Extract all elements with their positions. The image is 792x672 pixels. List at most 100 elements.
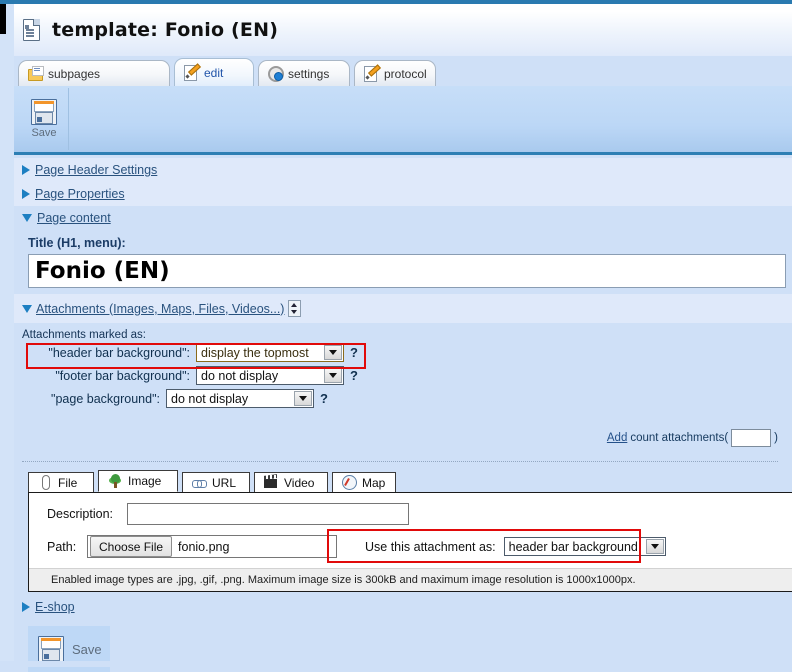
section-eshop-label[interactable]: E-shop	[35, 600, 75, 614]
toolbar: Save	[14, 86, 792, 155]
row-footer-bar-background-label: "footer bar background":	[55, 368, 190, 383]
use-attachment-as-label: Use this attachment as:	[365, 539, 496, 554]
attachment-type-tabs: File Image URL Video Map	[28, 470, 792, 492]
tab-settings-label: settings	[288, 66, 330, 81]
attachments-count-input[interactable]	[731, 429, 772, 447]
section-page-content[interactable]: Page content	[14, 206, 792, 230]
header-bar-background-select[interactable]: display the topmost	[196, 343, 344, 362]
add-attachments-text-after: )	[774, 432, 778, 444]
section-page-properties-label[interactable]: Page Properties	[35, 187, 125, 201]
footer-bar-background-help[interactable]: ?	[350, 368, 358, 383]
title-field-label: Title (H1, menu):	[28, 236, 126, 250]
page-background-select[interactable]: do not display	[166, 389, 314, 408]
file-input[interactable]: Choose File fonio.png	[87, 535, 337, 558]
description-label: Description:	[47, 507, 113, 521]
chevron-down-icon[interactable]	[324, 368, 342, 383]
tab-edit[interactable]: edit	[174, 58, 254, 86]
choose-file-button[interactable]: Choose File	[90, 536, 173, 557]
attachment-tab-url-label: URL	[212, 475, 237, 490]
header-bar-background-help[interactable]: ?	[350, 345, 358, 360]
tab-edit-label: edit	[204, 65, 224, 80]
bottom-save-button-label: Save	[72, 641, 102, 657]
use-attachment-as-select[interactable]: header bar background	[503, 537, 666, 556]
save-button-label: Save	[31, 127, 57, 139]
chevron-right-icon	[22, 165, 30, 175]
footer-bar-background-select[interactable]: do not display	[196, 366, 344, 385]
section-eshop[interactable]: E-shop	[14, 592, 792, 620]
attachment-panel: Description: Path: Choose File fonio.png…	[28, 492, 792, 592]
page-background-value: do not display	[171, 391, 249, 406]
path-row: Path: Choose File fonio.png Use this att…	[29, 529, 792, 568]
chevron-down-icon[interactable]	[645, 539, 664, 554]
selected-file-name: fonio.png	[178, 539, 230, 554]
attachments-marked-as-label: Attachments marked as:	[22, 329, 146, 341]
sections-area: Page Header Settings Page Properties Pag…	[14, 158, 792, 672]
updown-spinner-icon[interactable]	[288, 300, 302, 317]
row-page-background-label: "page background":	[51, 391, 160, 406]
pencil-page-icon	[184, 63, 202, 81]
section-attachments-label[interactable]: Attachments (Images, Maps, Files, Videos…	[36, 302, 284, 316]
chevron-down-icon	[22, 304, 32, 313]
row-header-bar-background-label: "header bar background":	[48, 345, 190, 360]
page-header: template: Fonio (EN)	[14, 4, 792, 56]
chevron-down-icon[interactable]	[294, 391, 312, 406]
save-button[interactable]: Save	[20, 88, 69, 150]
title-row: template: Fonio (EN)	[14, 4, 792, 56]
page-content-body: Title (H1, menu):	[14, 230, 792, 294]
left-black-marker	[0, 4, 6, 34]
left-gutter	[0, 4, 14, 667]
section-page-content-label[interactable]: Page content	[37, 211, 111, 225]
attachment-tab-map-label: Map	[362, 475, 386, 490]
title-input[interactable]	[28, 254, 786, 288]
attachment-tab-image-label: Image	[128, 474, 162, 488]
floppy-disk-icon	[31, 99, 57, 125]
use-attachment-as-group: Use this attachment as: header bar backg…	[365, 537, 666, 556]
row-page-background: "page background": do not display ?	[14, 387, 792, 410]
row-footer-bar-background: "footer bar background": do not display …	[14, 364, 792, 387]
header-bar-background-value: display the topmost	[201, 345, 309, 360]
attachment-tab-image[interactable]: Image	[98, 470, 178, 492]
document-icon	[22, 18, 42, 42]
tab-protocol[interactable]: protocol	[354, 60, 436, 86]
row-header-bar-background: "header bar background": display the top…	[14, 341, 792, 364]
film-clapper-icon	[264, 474, 279, 490]
app-window: template: Fonio (EN) subpages edit setti…	[0, 0, 792, 672]
attachment-tab-file[interactable]: File	[28, 472, 94, 492]
floppy-disk-icon	[38, 636, 64, 662]
description-row: Description:	[29, 503, 792, 535]
add-attachments-text-before: count attachments(	[630, 432, 729, 444]
pencil-page-icon	[364, 64, 382, 82]
chevron-right-icon	[22, 189, 30, 199]
add-attachments-link[interactable]: Add	[607, 432, 627, 444]
attachment-tab-map[interactable]: Map	[332, 472, 396, 492]
compass-icon	[342, 475, 357, 490]
main-tabs: subpages edit settings protocol	[14, 56, 792, 86]
page-background-help[interactable]: ?	[320, 391, 328, 406]
chevron-down-icon	[22, 214, 32, 222]
description-input[interactable]	[127, 503, 409, 525]
footer-bar-background-value: do not display	[201, 368, 279, 383]
link-icon	[192, 475, 207, 490]
attachment-tab-url[interactable]: URL	[182, 472, 250, 492]
chevron-down-icon[interactable]	[324, 345, 342, 360]
image-requirements-note: Enabled image types are .jpg, .gif, .png…	[29, 568, 792, 591]
tab-subpages[interactable]: subpages	[18, 60, 170, 86]
attachment-tab-file-label: File	[58, 475, 78, 490]
section-page-header-settings-label[interactable]: Page Header Settings	[35, 163, 157, 177]
section-page-header-settings[interactable]: Page Header Settings	[14, 158, 792, 182]
page-title: template: Fonio (EN)	[52, 19, 279, 41]
tree-image-icon	[108, 473, 123, 489]
gear-icon	[268, 66, 284, 82]
bottom-gutter	[0, 661, 792, 667]
add-attachments-row: Add count attachments( )	[607, 429, 778, 447]
chevron-right-icon	[22, 602, 30, 612]
section-page-properties[interactable]: Page Properties	[14, 182, 792, 206]
attachment-tab-video[interactable]: Video	[254, 472, 328, 492]
folder-icon	[28, 66, 44, 81]
tab-settings[interactable]: settings	[258, 60, 350, 86]
path-label: Path:	[47, 539, 77, 554]
paperclip-icon	[38, 475, 53, 490]
use-attachment-as-value: header bar background	[508, 539, 638, 554]
section-attachments[interactable]: Attachments (Images, Maps, Files, Videos…	[14, 294, 792, 323]
divider	[22, 461, 778, 462]
